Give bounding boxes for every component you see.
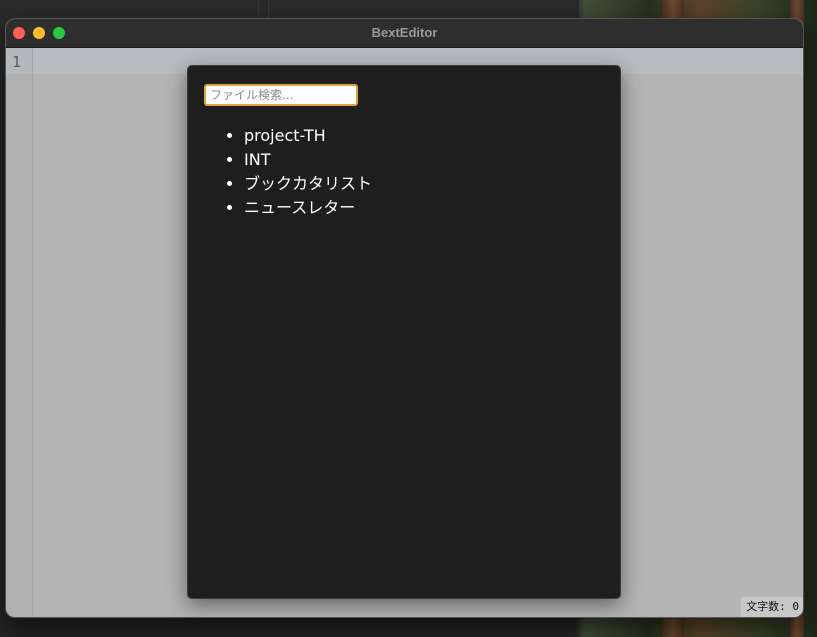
line-number: 1 [12,53,22,71]
file-list: project-TH INT ブックカタリスト ニュースレター [226,124,372,220]
title-bar[interactable]: BextEditor [6,19,803,48]
file-list-item[interactable]: project-TH [244,124,372,148]
line-number-gutter: 1 [6,48,33,617]
file-list-item[interactable]: ブックカタリスト [244,172,372,196]
file-list-item[interactable]: INT [244,148,372,172]
file-picker-dialog: project-TH INT ブックカタリスト ニュースレター [187,65,621,599]
window-title: BextEditor [371,25,438,40]
background-window [0,0,259,20]
background-window [268,0,580,20]
character-count: 文字数: 0 [741,597,803,617]
file-search-input[interactable] [204,84,358,106]
file-list-item[interactable]: ニュースレター [244,196,372,220]
